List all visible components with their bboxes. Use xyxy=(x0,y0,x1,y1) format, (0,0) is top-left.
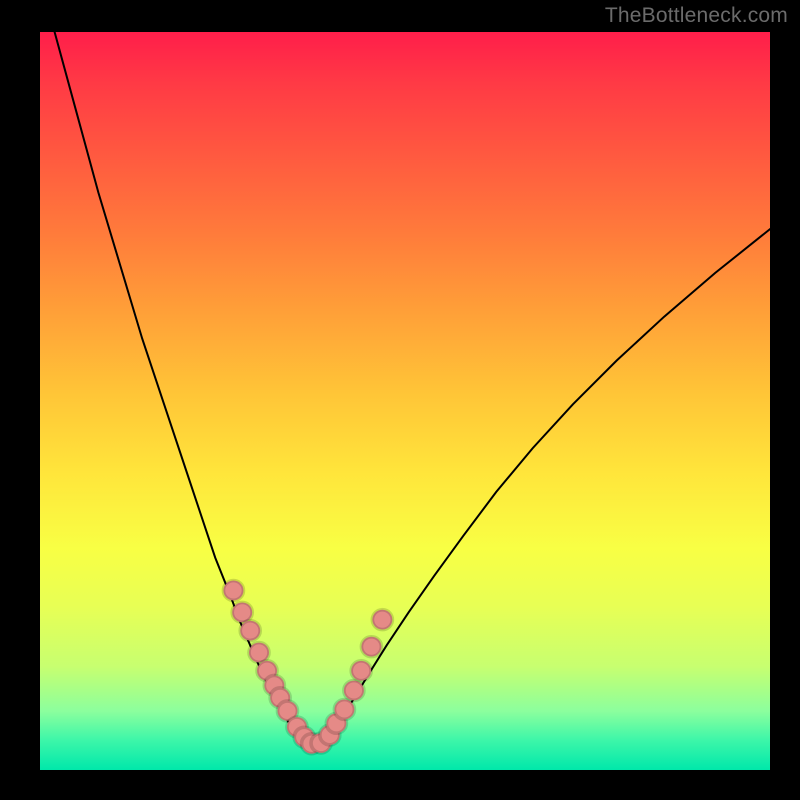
marker-dot xyxy=(361,637,381,657)
marker-dot xyxy=(334,700,354,720)
watermark-text: TheBottleneck.com xyxy=(605,4,788,28)
marker-dot xyxy=(240,621,260,641)
marker-dot xyxy=(223,581,243,601)
plot-area xyxy=(40,32,770,770)
marker-dot xyxy=(372,610,392,630)
curve-svg xyxy=(40,32,770,762)
marker-dot xyxy=(344,681,364,701)
marker-group xyxy=(223,581,392,754)
curve-left-branch xyxy=(55,32,303,742)
chart-frame: TheBottleneck.com xyxy=(0,0,800,800)
marker-dot xyxy=(351,661,371,681)
curve-right-branch xyxy=(310,229,770,744)
